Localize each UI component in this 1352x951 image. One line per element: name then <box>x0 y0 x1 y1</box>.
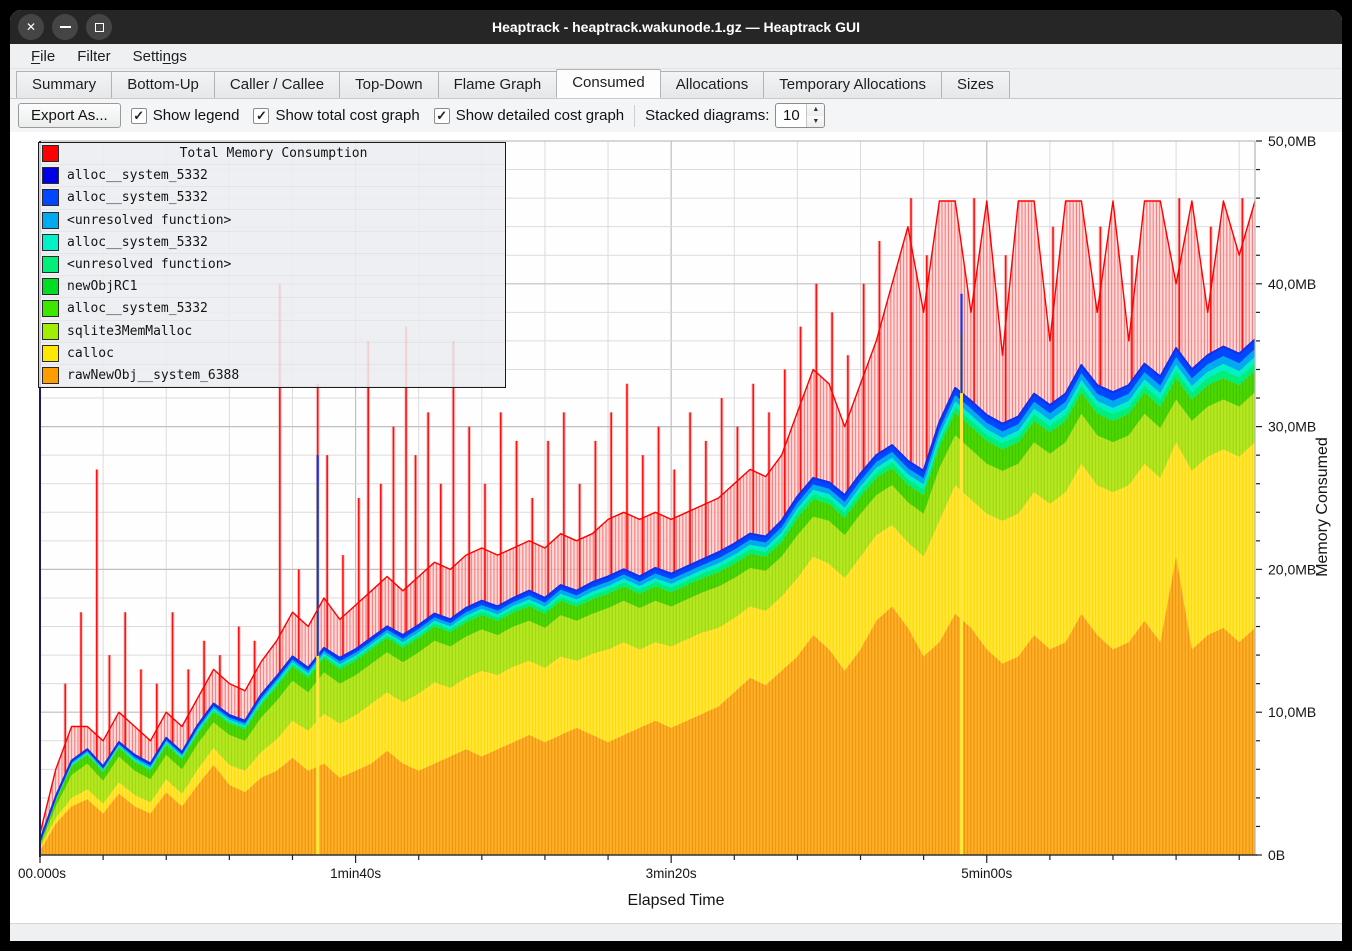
minimize-button[interactable] <box>52 14 78 40</box>
chart-legend: Total Memory Consumption alloc__system_53… <box>38 142 506 388</box>
legend-label: calloc <box>67 346 114 361</box>
menu-item-file[interactable]: File <box>22 46 64 67</box>
svg-text:30,0MB: 30,0MB <box>1268 419 1316 435</box>
svg-text:50,0MB: 50,0MB <box>1268 133 1316 149</box>
checkbox-label: Show total cost graph <box>275 107 419 124</box>
tab-bottom-up[interactable]: Bottom-Up <box>111 71 215 98</box>
checkbox-show-legend[interactable]: ✓ Show legend <box>131 107 240 124</box>
legend-item: alloc__system_5332 <box>39 165 505 187</box>
legend-item: rawNewObj__system_6388 <box>39 365 505 387</box>
legend-item: sqlite3MemMalloc <box>39 321 505 343</box>
close-icon: ✕ <box>26 20 36 34</box>
legend-item: calloc <box>39 343 505 365</box>
maximize-icon <box>95 23 104 32</box>
svg-text:40,0MB: 40,0MB <box>1268 276 1316 292</box>
legend-title-row: Total Memory Consumption <box>39 143 505 165</box>
legend-label: alloc__system_5332 <box>67 301 208 316</box>
legend-label: sqlite3MemMalloc <box>67 324 192 339</box>
svg-text:1min40s: 1min40s <box>330 866 381 881</box>
svg-text:5min00s: 5min00s <box>961 866 1012 881</box>
legend-item: alloc__system_5332 <box>39 298 505 320</box>
legend-swatch <box>42 278 59 295</box>
stacked-diagrams-spinbox[interactable]: 10 ▲ ▼ <box>775 103 825 128</box>
legend-swatch <box>42 189 59 206</box>
close-button[interactable]: ✕ <box>18 14 44 40</box>
tab-summary[interactable]: Summary <box>16 71 112 98</box>
checkbox-label: Show legend <box>153 107 240 124</box>
tab-allocations[interactable]: Allocations <box>660 71 765 98</box>
heaptrack-window: ✕ Heaptrack - heaptrack.wakunode.1.gz — … <box>10 10 1342 941</box>
maximize-button[interactable] <box>86 14 112 40</box>
spin-up-button[interactable]: ▲ <box>807 104 824 116</box>
tab-bar: SummaryBottom-UpCaller / CalleeTop-DownF… <box>10 69 1342 98</box>
legend-swatch <box>42 323 59 340</box>
y-axis-title: Memory Consumed <box>1314 497 1332 517</box>
menu-item-settings[interactable]: Settings <box>124 46 196 67</box>
tab-sizes[interactable]: Sizes <box>941 71 1010 98</box>
legend-swatch <box>42 345 59 362</box>
legend-item: alloc__system_5332 <box>39 187 505 209</box>
legend-item: <unresolved function> <box>39 254 505 276</box>
legend-swatch <box>42 256 59 273</box>
svg-text:20,0MB: 20,0MB <box>1268 561 1316 577</box>
stacked-diagrams-control: Stacked diagrams: 10 ▲ ▼ <box>645 103 825 128</box>
legend-item: newObjRC1 <box>39 276 505 298</box>
legend-label: alloc__system_5332 <box>67 190 208 205</box>
legend-swatch <box>42 145 59 162</box>
toolbar-separator <box>634 105 635 127</box>
x-axis-title: Elapsed Time <box>10 892 1342 910</box>
window-controls: ✕ <box>18 14 112 40</box>
checkbox-show-total-cost-graph[interactable]: ✓ Show total cost graph <box>253 107 419 124</box>
menu-bar: FileFilterSettings <box>10 44 1342 69</box>
legend-label: <unresolved function> <box>67 257 231 272</box>
window-title: Heaptrack - heaptrack.wakunode.1.gz — He… <box>10 19 1342 35</box>
titlebar[interactable]: ✕ Heaptrack - heaptrack.wakunode.1.gz — … <box>10 10 1342 44</box>
legend-item: <unresolved function> <box>39 210 505 232</box>
tab-flame-graph[interactable]: Flame Graph <box>438 71 558 98</box>
legend-label: rawNewObj__system_6388 <box>67 368 239 383</box>
tab-consumed[interactable]: Consumed <box>556 69 661 98</box>
legend-label: newObjRC1 <box>67 279 137 294</box>
checkbox-label: Show detailed cost graph <box>456 107 624 124</box>
checkbox-group: ✓ Show legend ✓ Show total cost graph ✓ Show … <box>131 107 624 124</box>
svg-text:3min20s: 3min20s <box>646 866 697 881</box>
checkbox-icon: ✓ <box>253 108 269 124</box>
tab-caller-callee[interactable]: Caller / Callee <box>214 71 340 98</box>
consumed-chart-area: 00.000s 1min40s 3min20s 5min00s 0B 10,0MB 20,0… <box>10 132 1342 923</box>
menu-item-filter[interactable]: Filter <box>68 46 119 67</box>
export-as-button[interactable]: Export As... <box>18 103 121 128</box>
checkbox-show-detailed-cost-graph[interactable]: ✓ Show detailed cost graph <box>434 107 624 124</box>
spin-down-button[interactable]: ▼ <box>807 116 824 128</box>
legend-label: alloc__system_5332 <box>67 168 208 183</box>
tab-top-down[interactable]: Top-Down <box>339 71 439 98</box>
svg-text:10,0MB: 10,0MB <box>1268 704 1316 720</box>
svg-text:00.000s: 00.000s <box>18 866 66 881</box>
legend-swatch <box>42 234 59 251</box>
stacked-diagrams-label: Stacked diagrams: <box>645 107 769 124</box>
checkbox-icon: ✓ <box>131 108 147 124</box>
chart-toolbar: Export As... ✓ Show legend ✓ Show total cos… <box>10 98 1342 132</box>
legend-swatch <box>42 300 59 317</box>
checkbox-icon: ✓ <box>434 108 450 124</box>
legend-swatch <box>42 167 59 184</box>
legend-label: alloc__system_5332 <box>67 235 208 250</box>
minimize-icon <box>60 26 71 28</box>
desktop-background: ✕ Heaptrack - heaptrack.wakunode.1.gz — … <box>0 0 1352 951</box>
legend-swatch <box>42 367 59 384</box>
legend-label: <unresolved function> <box>67 213 231 228</box>
window-bottom-margin <box>10 923 1342 941</box>
stacked-diagrams-value[interactable]: 10 <box>776 104 806 127</box>
legend-title: Total Memory Consumption <box>67 146 480 161</box>
tab-temporary-allocations[interactable]: Temporary Allocations <box>763 71 942 98</box>
svg-text:0B: 0B <box>1268 847 1285 863</box>
legend-swatch <box>42 212 59 229</box>
legend-item: alloc__system_5332 <box>39 232 505 254</box>
